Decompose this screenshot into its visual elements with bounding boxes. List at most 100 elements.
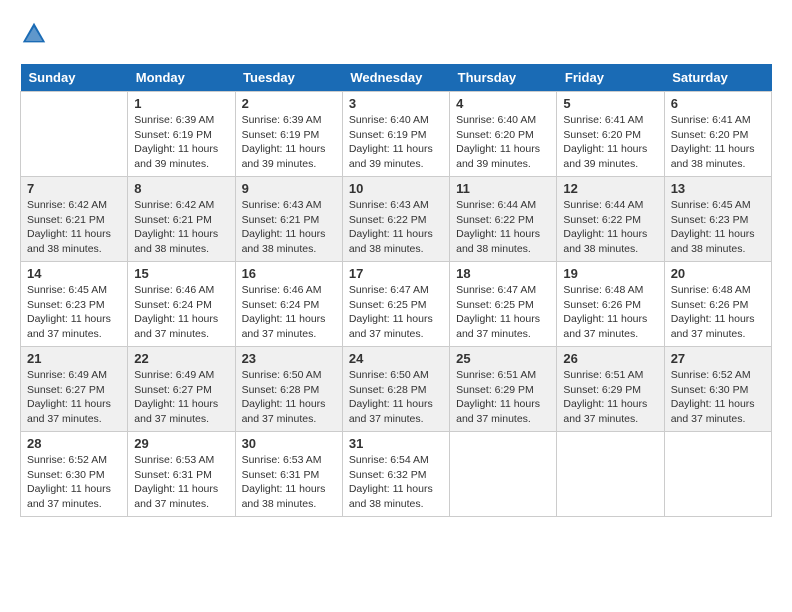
day-info: Sunrise: 6:46 AM Sunset: 6:24 PM Dayligh… [242, 283, 336, 342]
calendar-cell: 13 Sunrise: 6:45 AM Sunset: 6:23 PM Dayli… [664, 177, 771, 262]
calendar-cell: 18 Sunrise: 6:47 AM Sunset: 6:25 PM Dayli… [450, 262, 557, 347]
header [20, 20, 772, 48]
calendar-cell: 22 Sunrise: 6:49 AM Sunset: 6:27 PM Dayli… [128, 347, 235, 432]
day-info: Sunrise: 6:44 AM Sunset: 6:22 PM Dayligh… [456, 198, 550, 257]
day-number: 20 [671, 266, 765, 281]
day-header-thursday: Thursday [450, 64, 557, 92]
calendar-cell [664, 432, 771, 517]
day-info: Sunrise: 6:46 AM Sunset: 6:24 PM Dayligh… [134, 283, 228, 342]
day-info: Sunrise: 6:40 AM Sunset: 6:19 PM Dayligh… [349, 113, 443, 172]
calendar-cell: 30 Sunrise: 6:53 AM Sunset: 6:31 PM Dayli… [235, 432, 342, 517]
day-info: Sunrise: 6:52 AM Sunset: 6:30 PM Dayligh… [27, 453, 121, 512]
calendar-cell: 31 Sunrise: 6:54 AM Sunset: 6:32 PM Dayli… [342, 432, 449, 517]
day-info: Sunrise: 6:53 AM Sunset: 6:31 PM Dayligh… [242, 453, 336, 512]
day-info: Sunrise: 6:54 AM Sunset: 6:32 PM Dayligh… [349, 453, 443, 512]
calendar-cell: 1 Sunrise: 6:39 AM Sunset: 6:19 PM Daylig… [128, 92, 235, 177]
day-number: 11 [456, 181, 550, 196]
day-info: Sunrise: 6:47 AM Sunset: 6:25 PM Dayligh… [456, 283, 550, 342]
day-number: 28 [27, 436, 121, 451]
day-number: 29 [134, 436, 228, 451]
day-number: 19 [563, 266, 657, 281]
calendar-cell: 27 Sunrise: 6:52 AM Sunset: 6:30 PM Dayli… [664, 347, 771, 432]
day-number: 17 [349, 266, 443, 281]
calendar-cell: 21 Sunrise: 6:49 AM Sunset: 6:27 PM Dayli… [21, 347, 128, 432]
day-info: Sunrise: 6:52 AM Sunset: 6:30 PM Dayligh… [671, 368, 765, 427]
day-info: Sunrise: 6:50 AM Sunset: 6:28 PM Dayligh… [242, 368, 336, 427]
day-info: Sunrise: 6:39 AM Sunset: 6:19 PM Dayligh… [134, 113, 228, 172]
day-number: 6 [671, 96, 765, 111]
day-number: 2 [242, 96, 336, 111]
day-number: 4 [456, 96, 550, 111]
calendar-cell: 9Sunrise: 6:43 AM Sunset: 6:21 PM Daylig… [235, 177, 342, 262]
day-number: 30 [242, 436, 336, 451]
calendar-cell [450, 432, 557, 517]
calendar-cell [21, 92, 128, 177]
day-info: Sunrise: 6:50 AM Sunset: 6:28 PM Dayligh… [349, 368, 443, 427]
day-number: 26 [563, 351, 657, 366]
day-number: 21 [27, 351, 121, 366]
day-info: Sunrise: 6:45 AM Sunset: 6:23 PM Dayligh… [671, 198, 765, 257]
day-number: 14 [27, 266, 121, 281]
calendar-week-row: 7 Sunrise: 6:42 AM Sunset: 6:21 PM Daylig… [21, 177, 772, 262]
day-number: 7 [27, 181, 121, 196]
calendar-cell: 6 Sunrise: 6:41 AM Sunset: 6:20 PM Daylig… [664, 92, 771, 177]
logo [20, 20, 52, 48]
day-number: 22 [134, 351, 228, 366]
day-header-friday: Friday [557, 64, 664, 92]
day-number: 8 [134, 181, 228, 196]
calendar-cell: 2 Sunrise: 6:39 AM Sunset: 6:19 PM Daylig… [235, 92, 342, 177]
calendar-week-row: 28 Sunrise: 6:52 AM Sunset: 6:30 PM Dayli… [21, 432, 772, 517]
day-header-saturday: Saturday [664, 64, 771, 92]
day-info: Sunrise: 6:51 AM Sunset: 6:29 PM Dayligh… [456, 368, 550, 427]
day-number: 3 [349, 96, 443, 111]
calendar-cell: 16 Sunrise: 6:46 AM Sunset: 6:24 PM Dayli… [235, 262, 342, 347]
calendar-cell: 25 Sunrise: 6:51 AM Sunset: 6:29 PM Dayli… [450, 347, 557, 432]
calendar-cell: 11 Sunrise: 6:44 AM Sunset: 6:22 PM Dayli… [450, 177, 557, 262]
day-info: Sunrise: 6:49 AM Sunset: 6:27 PM Dayligh… [134, 368, 228, 427]
calendar-cell: 8 Sunrise: 6:42 AM Sunset: 6:21 PM Daylig… [128, 177, 235, 262]
day-number: 12 [563, 181, 657, 196]
day-info: Sunrise: 6:42 AM Sunset: 6:21 PM Dayligh… [134, 198, 228, 257]
day-info: Sunrise: 6:48 AM Sunset: 6:26 PM Dayligh… [563, 283, 657, 342]
day-header-monday: Monday [128, 64, 235, 92]
day-info: Sunrise: 6:49 AM Sunset: 6:27 PM Dayligh… [27, 368, 121, 427]
calendar-cell: 15 Sunrise: 6:46 AM Sunset: 6:24 PM Dayli… [128, 262, 235, 347]
calendar-cell: 14 Sunrise: 6:45 AM Sunset: 6:23 PM Dayli… [21, 262, 128, 347]
day-info: Sunrise: 6:39 AM Sunset: 6:19 PM Dayligh… [242, 113, 336, 172]
day-number: 23 [242, 351, 336, 366]
day-header-wednesday: Wednesday [342, 64, 449, 92]
day-info: Sunrise: 6:53 AM Sunset: 6:31 PM Dayligh… [134, 453, 228, 512]
day-info: Sunrise: 6:44 AM Sunset: 6:22 PM Dayligh… [563, 198, 657, 257]
day-number: 25 [456, 351, 550, 366]
calendar-cell: 28 Sunrise: 6:52 AM Sunset: 6:30 PM Dayli… [21, 432, 128, 517]
day-number: 13 [671, 181, 765, 196]
calendar-cell: 26 Sunrise: 6:51 AM Sunset: 6:29 PM Dayli… [557, 347, 664, 432]
calendar-cell: 5Sunrise: 6:41 AM Sunset: 6:20 PM Daylig… [557, 92, 664, 177]
calendar-cell: 17Sunrise: 6:47 AM Sunset: 6:25 PM Dayli… [342, 262, 449, 347]
day-info: Sunrise: 6:41 AM Sunset: 6:20 PM Dayligh… [671, 113, 765, 172]
calendar-cell: 3 Sunrise: 6:40 AM Sunset: 6:19 PM Daylig… [342, 92, 449, 177]
calendar-cell: 19 Sunrise: 6:48 AM Sunset: 6:26 PM Dayli… [557, 262, 664, 347]
day-info: Sunrise: 6:42 AM Sunset: 6:21 PM Dayligh… [27, 198, 121, 257]
day-info: Sunrise: 6:41 AM Sunset: 6:20 PM Dayligh… [563, 113, 657, 172]
day-number: 1 [134, 96, 228, 111]
calendar-cell: 7 Sunrise: 6:42 AM Sunset: 6:21 PM Daylig… [21, 177, 128, 262]
day-info: Sunrise: 6:48 AM Sunset: 6:26 PM Dayligh… [671, 283, 765, 342]
calendar-cell: 12 Sunrise: 6:44 AM Sunset: 6:22 PM Dayli… [557, 177, 664, 262]
calendar-week-row: 21 Sunrise: 6:49 AM Sunset: 6:27 PM Dayli… [21, 347, 772, 432]
day-info: Sunrise: 6:45 AM Sunset: 6:23 PM Dayligh… [27, 283, 121, 342]
day-number: 10 [349, 181, 443, 196]
day-number: 15 [134, 266, 228, 281]
day-number: 31 [349, 436, 443, 451]
day-info: Sunrise: 6:40 AM Sunset: 6:20 PM Dayligh… [456, 113, 550, 172]
calendar-cell: 23 Sunrise: 6:50 AM Sunset: 6:28 PM Dayli… [235, 347, 342, 432]
day-header-tuesday: Tuesday [235, 64, 342, 92]
calendar-cell: 4 Sunrise: 6:40 AM Sunset: 6:20 PM Daylig… [450, 92, 557, 177]
day-number: 27 [671, 351, 765, 366]
calendar-cell: 20 Sunrise: 6:48 AM Sunset: 6:26 PM Dayli… [664, 262, 771, 347]
day-info: Sunrise: 6:43 AM Sunset: 6:22 PM Dayligh… [349, 198, 443, 257]
day-number: 18 [456, 266, 550, 281]
calendar-cell: 10 Sunrise: 6:43 AM Sunset: 6:22 PM Dayli… [342, 177, 449, 262]
day-info: Sunrise: 6:51 AM Sunset: 6:29 PM Dayligh… [563, 368, 657, 427]
day-number: 16 [242, 266, 336, 281]
